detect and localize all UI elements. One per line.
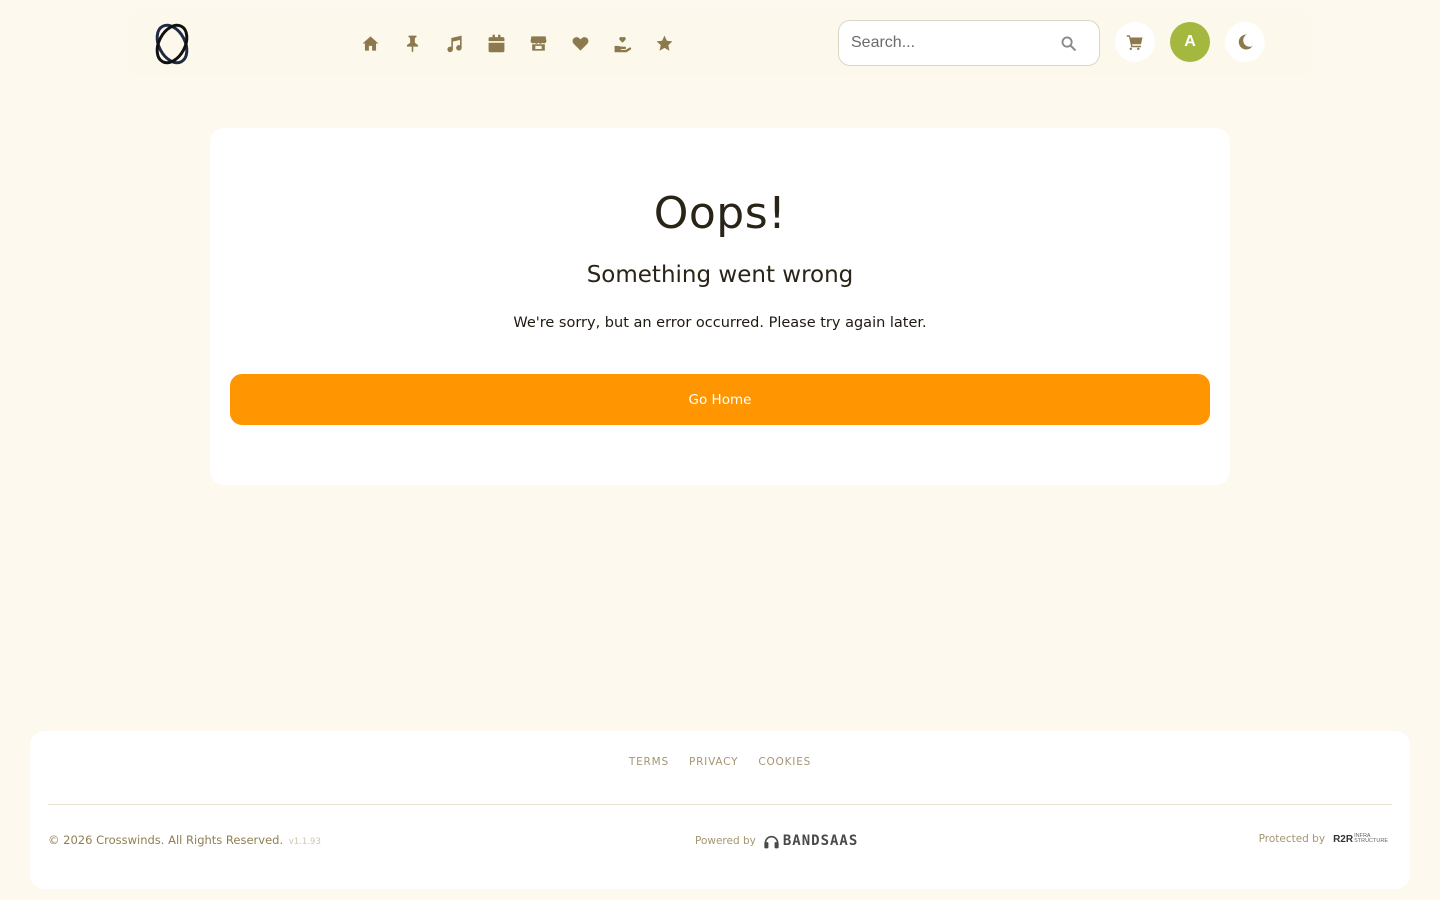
home-icon [362, 35, 378, 51]
footer-links: TERMS PRIVACY COOKIES [30, 756, 1410, 768]
error-title: Oops! [653, 188, 787, 239]
search-input[interactable] [851, 31, 1051, 55]
pin-icon [406, 35, 418, 52]
error-card: Oops! Something went wrong We're sorry, … [210, 128, 1230, 485]
privacy-link[interactable]: PRIVACY [689, 756, 738, 768]
logo-icon[interactable] [150, 22, 194, 66]
powered-by: Powered by BANDSAAS [695, 833, 858, 849]
r2r-sub: INFRA STRUCTURE [1354, 833, 1388, 844]
donate-icon [614, 36, 631, 52]
star-icon [656, 35, 672, 51]
search-box [838, 20, 1100, 66]
site-header: A [128, 10, 1312, 76]
calendar-icon [488, 34, 504, 52]
store-icon [530, 35, 546, 51]
r2r-main: R2R [1333, 833, 1354, 845]
nav-events[interactable] [484, 32, 508, 54]
protected-by-label: Protected by [1258, 833, 1326, 845]
nav-music[interactable] [442, 32, 466, 54]
nav-featured[interactable] [652, 32, 676, 54]
cart-icon [1126, 35, 1143, 50]
search-icon[interactable] [1060, 35, 1077, 52]
bandsaas-logo[interactable]: BANDSAAS [763, 833, 858, 849]
version-label: v1.1.93 [288, 837, 321, 847]
terms-link[interactable]: TERMS [629, 756, 669, 768]
protected-by: Protected by R2R INFRA STRUCTURE [1259, 833, 1388, 845]
error-subtitle: Something went wrong [586, 262, 854, 288]
main-nav [358, 32, 676, 54]
moon-icon [1238, 34, 1253, 50]
cart-button[interactable] [1115, 22, 1155, 62]
error-message: We're sorry, but an error occurred. Plea… [513, 315, 927, 331]
nav-donate[interactable] [610, 32, 634, 54]
heart-icon [572, 36, 588, 51]
cookies-link[interactable]: COOKIES [758, 756, 811, 768]
brand-name: BANDSAAS [782, 833, 859, 849]
r2r-line2: STRUCTURE [1354, 838, 1388, 844]
copyright: © 2026 Crosswinds. All Rights Reserved. … [48, 833, 321, 847]
nav-favorites[interactable] [568, 32, 592, 54]
nav-pinned[interactable] [400, 32, 424, 54]
nav-store[interactable] [526, 32, 550, 54]
site-footer: TERMS PRIVACY COOKIES © 2026 Crosswinds.… [30, 731, 1410, 889]
go-home-button[interactable]: Go Home [230, 374, 1210, 425]
user-avatar[interactable]: A [1170, 22, 1210, 62]
nav-home[interactable] [358, 32, 382, 54]
copyright-text: © 2026 Crosswinds. All Rights Reserved. [48, 833, 284, 847]
theme-toggle-button[interactable] [1225, 22, 1265, 62]
music-icon [446, 35, 462, 52]
powered-by-label: Powered by [695, 835, 756, 847]
headphones-icon [764, 835, 779, 848]
footer-divider [48, 804, 1392, 805]
r2r-logo[interactable]: R2R INFRA STRUCTURE [1333, 833, 1388, 845]
